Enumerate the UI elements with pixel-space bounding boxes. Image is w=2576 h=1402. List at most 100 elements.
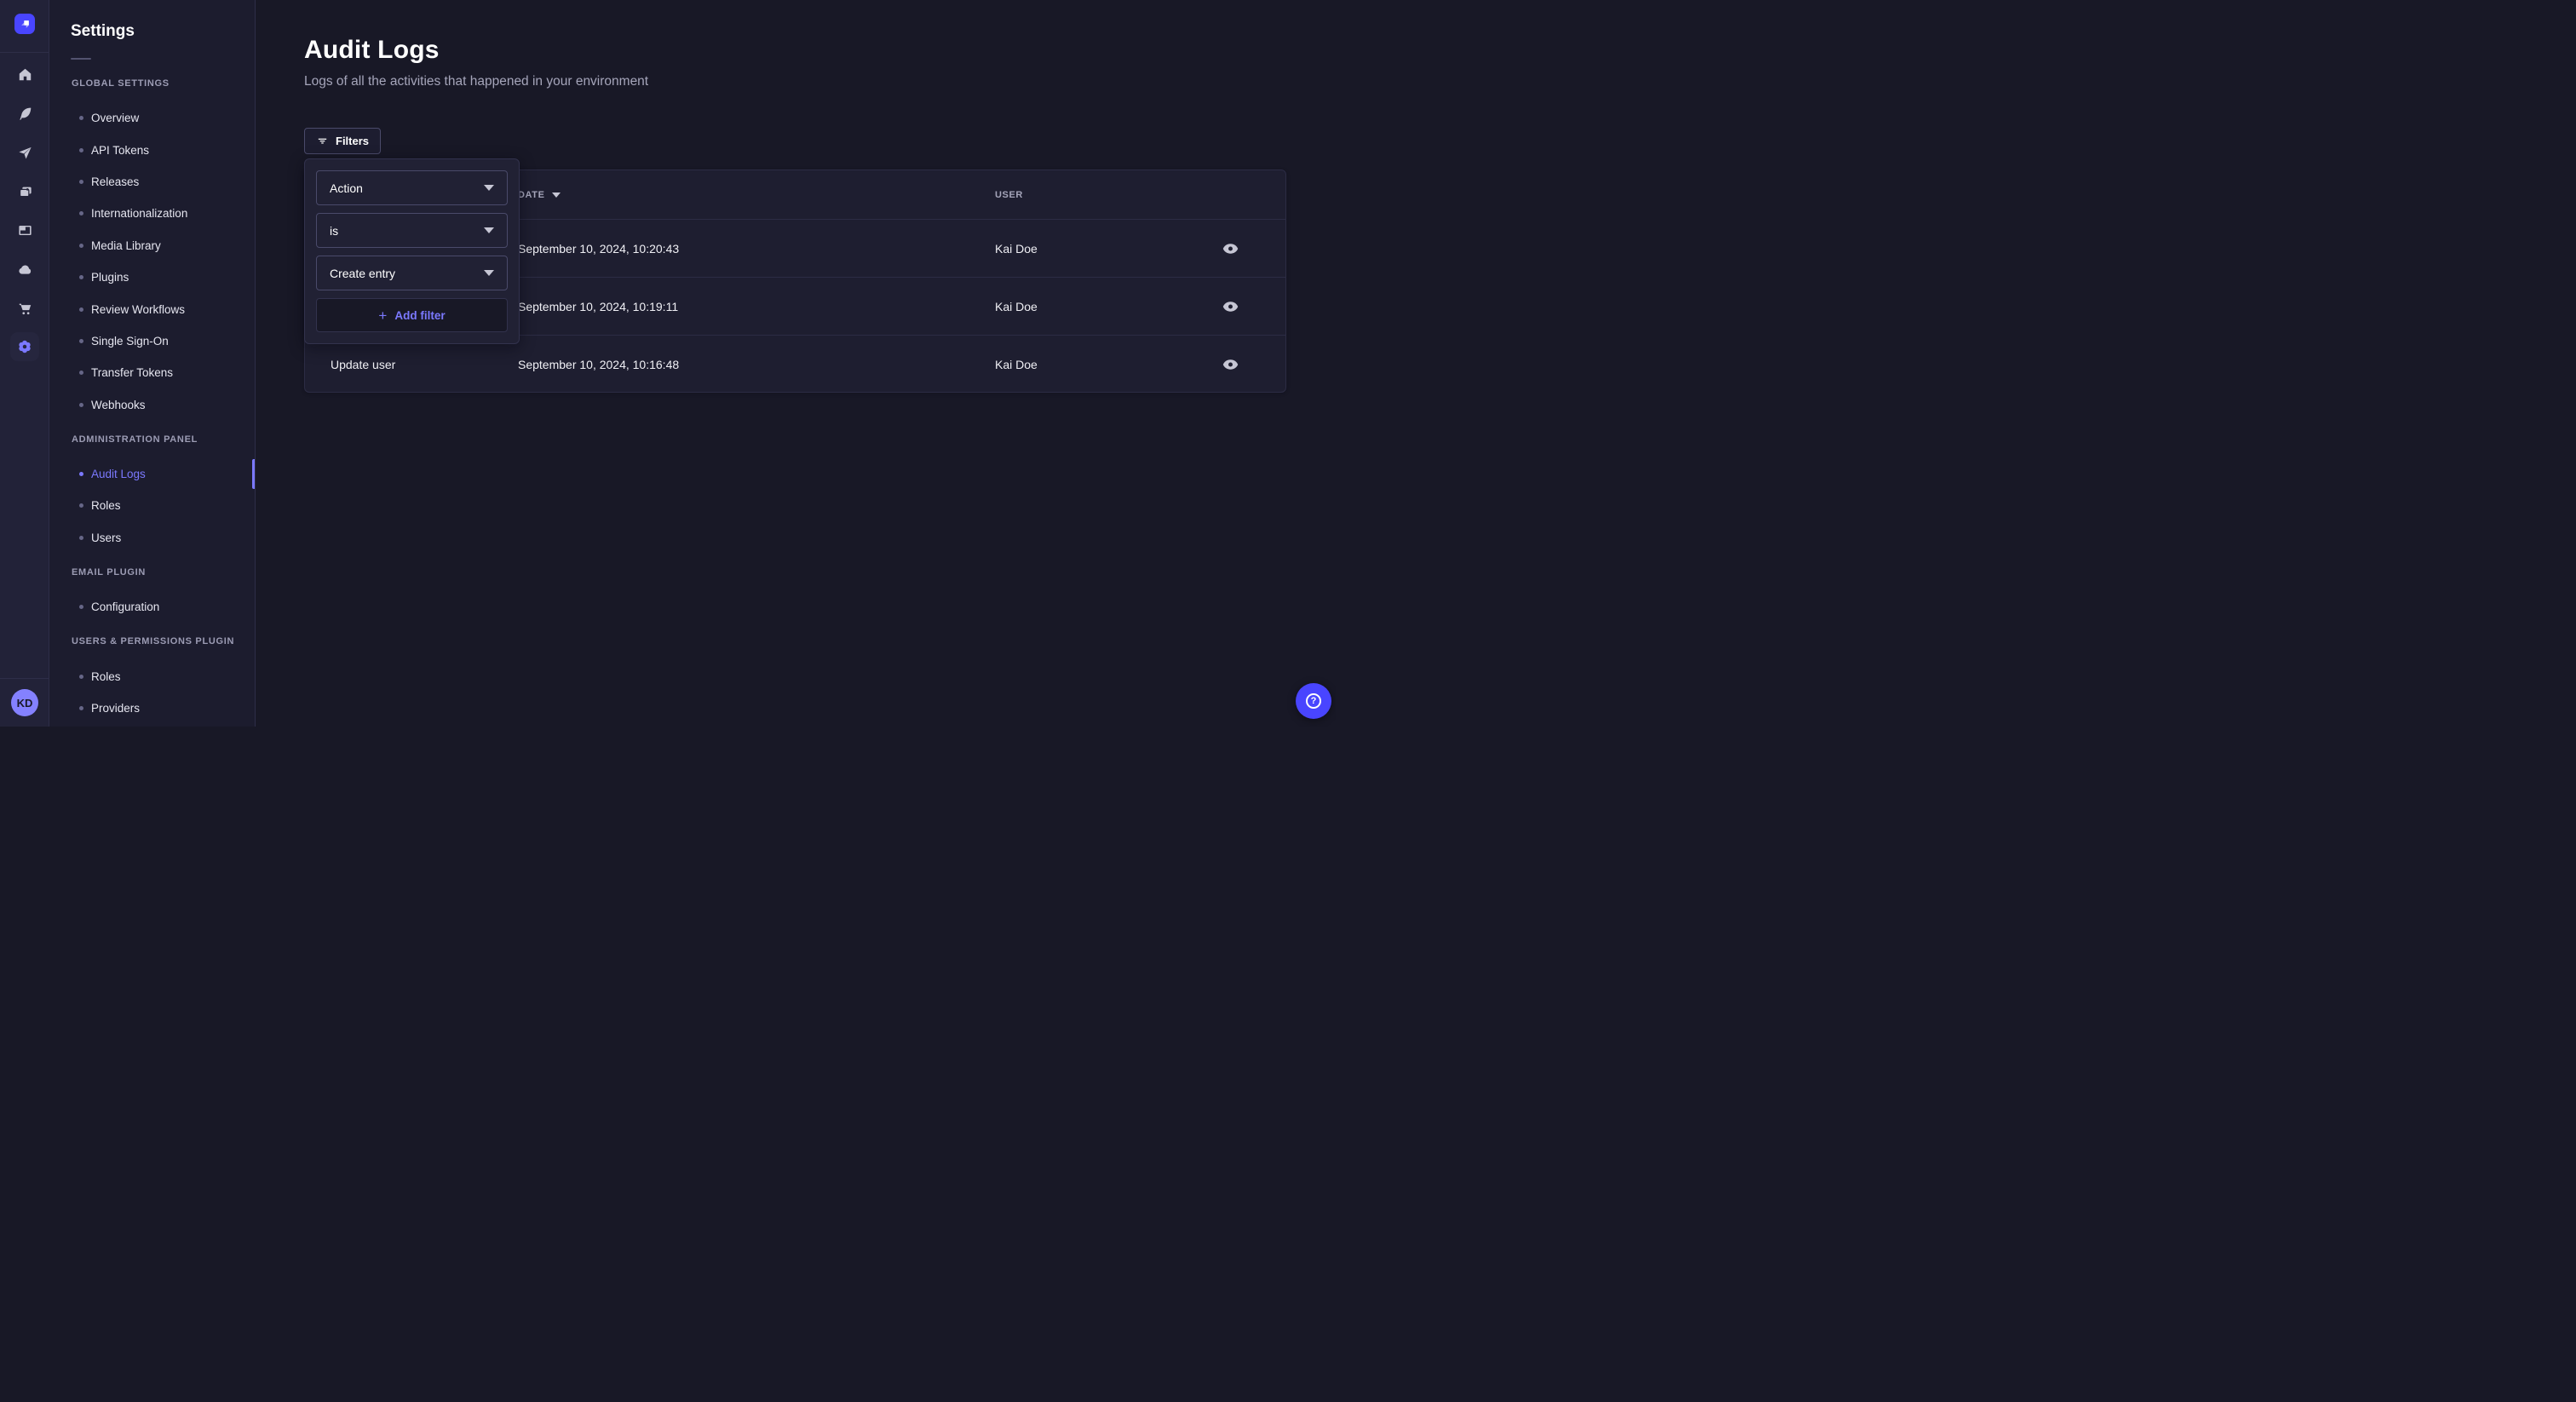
bullet-icon [79,605,83,609]
subnav-title: Settings [71,22,135,41]
view-details-button[interactable] [1217,236,1243,261]
images-icon [17,184,33,200]
bullet-icon [79,472,83,476]
bullet-icon [79,180,83,184]
sidebar-item-releases[interactable]: Releases [49,166,255,198]
subnav-list: GLOBAL SETTINGS Overview API Tokens Rele… [49,65,255,724]
feather-icon [17,106,33,122]
filter-operator-select[interactable]: is [316,213,508,248]
filter-value-value: Create entry [330,267,395,280]
nav-home-button[interactable] [11,60,38,88]
active-indicator [252,459,255,489]
chevron-down-icon [484,270,494,276]
bullet-icon [79,536,83,540]
bullet-icon [79,244,83,248]
section-heading-administration-panel: ADMINISTRATION PANEL [49,421,255,458]
sidebar-item-label: Overview [91,112,139,124]
paper-plane-icon [17,145,33,161]
eye-icon [1222,301,1239,313]
sidebar-item-review-workflows[interactable]: Review Workflows [49,293,255,325]
view-details-button[interactable] [1217,294,1243,319]
sidebar-item-api-tokens[interactable]: API Tokens [49,134,255,165]
sidebar-item-audit-logs[interactable]: Audit Logs [49,458,255,490]
nav-content-button[interactable] [11,100,38,127]
help-button[interactable]: ? [1296,683,1331,719]
eye-icon [1222,359,1239,371]
rail-bottom-divider [0,678,49,679]
cell-user: Kai Doe [995,358,1200,371]
sidebar-item-label: Webhooks [91,399,146,411]
title-underline [71,58,91,60]
nav-media-library-button[interactable] [11,178,38,205]
sidebar-item-single-sign-on[interactable]: Single Sign-On [49,325,255,357]
sidebar-item-webhooks[interactable]: Webhooks [49,389,255,421]
nav-deploy-button[interactable] [11,256,38,283]
cell-date: September 10, 2024, 10:20:43 [518,242,995,256]
sidebar-item-label: Transfer Tokens [91,366,173,379]
sidebar-item-label: Roles [91,670,121,683]
cloud-icon [17,261,33,278]
sidebar-item-internationalization[interactable]: Internationalization [49,198,255,229]
gear-icon [16,338,33,355]
filters-button-label: Filters [336,135,369,147]
section-heading-email-plugin: EMAIL PLUGIN [49,554,255,591]
filter-field-select[interactable]: Action [316,170,508,205]
sidebar-item-label: Plugins [91,271,129,284]
column-header-user: USER [995,190,1200,200]
filter-operator-value: is [330,224,338,238]
sidebar-item-label: Releases [91,175,139,188]
filter-field-value: Action [330,181,363,195]
chevron-down-icon [484,185,494,191]
nav-releases-button[interactable] [11,139,38,166]
page-subtitle: Logs of all the activities that happened… [304,74,648,89]
bullet-icon [79,116,83,120]
bullet-icon [79,211,83,215]
cart-icon [17,301,33,317]
bullet-icon [79,339,83,343]
sidebar-item-media-library[interactable]: Media Library [49,230,255,261]
view-details-button[interactable] [1217,352,1243,377]
sidebar-item-transfer-tokens[interactable]: Transfer Tokens [49,357,255,388]
sidebar-item-overview[interactable]: Overview [49,102,255,134]
cell-date: September 10, 2024, 10:19:11 [518,300,995,313]
sidebar-item-label: Internationalization [91,207,187,220]
nav-marketplace-button[interactable] [11,295,38,322]
plus-icon: + [378,308,387,323]
sidebar-item-up-roles[interactable]: Roles [49,660,255,692]
sidebar-item-label: API Tokens [91,144,149,157]
settings-subnav: Settings GLOBAL SETTINGS Overview API To… [49,0,256,727]
sidebar-item-plugins[interactable]: Plugins [49,261,255,293]
nav-content-type-builder-button[interactable] [11,216,38,244]
sidebar-item-label: Providers [91,702,140,715]
bullet-icon [79,148,83,152]
sidebar-item-label: Audit Logs [91,468,146,480]
add-filter-button[interactable]: + Add filter [316,298,508,332]
user-avatar[interactable]: KD [11,689,38,716]
chevron-down-icon [484,227,494,233]
filters-button[interactable]: Filters [304,128,381,154]
bullet-icon [79,675,83,679]
sidebar-item-admin-users[interactable]: Users [49,522,255,554]
sidebar-item-up-providers[interactable]: Providers [49,692,255,724]
sidebar-item-label: Review Workflows [91,303,185,316]
section-heading-global-settings: GLOBAL SETTINGS [49,65,255,102]
sidebar-item-label: Media Library [91,239,161,252]
filter-icon [316,135,329,147]
sidebar-item-email-configuration[interactable]: Configuration [49,591,255,623]
bullet-icon [79,371,83,375]
rail-divider [0,52,49,53]
column-header-date[interactable]: DATE [518,190,995,200]
sidebar-item-admin-roles[interactable]: Roles [49,490,255,521]
sidebar-item-label: Configuration [91,600,159,613]
date-header-label: DATE [518,190,545,200]
filter-value-select[interactable]: Create entry [316,256,508,290]
strapi-logo[interactable] [14,14,35,34]
strapi-admin: KD Settings GLOBAL SETTINGS Overview API… [0,0,1336,727]
page-title: Audit Logs [304,36,440,65]
section-heading-users-permissions-plugin: USERS & PERMISSIONS PLUGIN [49,623,255,660]
layout-icon [17,222,33,238]
bullet-icon [79,503,83,508]
question-mark-icon: ? [1306,693,1321,709]
nav-settings-button[interactable] [10,332,39,361]
eye-icon [1222,243,1239,255]
